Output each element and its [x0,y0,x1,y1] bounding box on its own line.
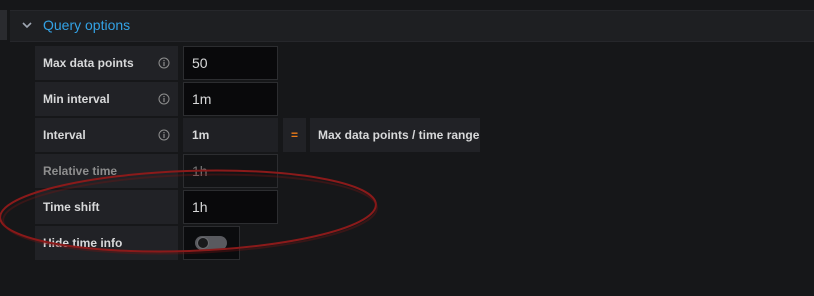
interval-formula: Max data points / time range [310,118,480,152]
query-options-header[interactable]: Query options [10,10,814,42]
hide-time-info-switch-container [183,226,240,260]
time-shift-input[interactable] [183,190,278,224]
info-icon[interactable] [158,129,170,141]
hide-time-info-label: Hide time info [35,226,178,260]
interval-label: Interval [35,118,178,152]
time-shift-label: Time shift [35,190,178,224]
max-data-points-input[interactable] [183,46,278,80]
left-panel-edge [0,10,7,40]
interval-label-text: Interval [43,128,86,142]
hide-time-info-toggle[interactable] [195,236,227,250]
relative-time-label: Relative time [35,154,178,188]
max-data-points-label: Max data points [35,46,178,80]
equals-sign: = [283,118,306,152]
info-icon[interactable] [158,57,170,69]
toggle-knob [197,237,209,249]
max-data-points-label-text: Max data points [43,56,134,70]
min-interval-label-text: Min interval [43,92,110,106]
info-icon[interactable] [158,93,170,105]
interval-value: 1m [183,118,278,152]
section-title: Query options [43,17,131,33]
relative-time-input[interactable] [183,154,278,188]
min-interval-input[interactable] [183,82,278,116]
min-interval-label: Min interval [35,82,178,116]
chevron-down-icon [22,22,32,29]
query-options-panel: Max data points Min interval Interval [10,42,814,296]
